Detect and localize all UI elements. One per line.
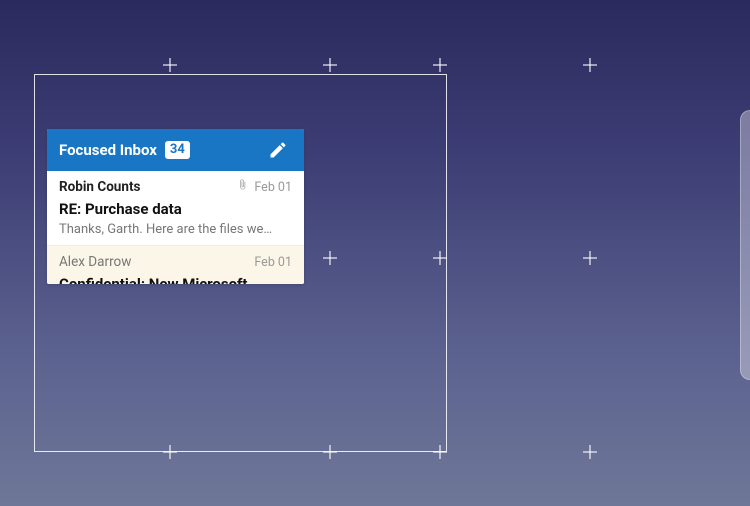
message-date: Feb 01 — [254, 180, 292, 197]
paperclip-icon — [237, 178, 248, 197]
message-item[interactable]: Alex Darrow Feb 01 Confidential: New Mic… — [47, 246, 304, 284]
grid-plus-icon — [583, 445, 597, 459]
grid-plus-icon — [163, 445, 177, 459]
grid-plus-icon — [163, 58, 177, 72]
widget-title: Focused Inbox — [59, 141, 157, 159]
pencil-icon — [268, 140, 288, 160]
message-sender: Robin Counts — [59, 178, 231, 196]
unread-count-badge: 34 — [165, 141, 190, 160]
grid-plus-icon — [433, 445, 447, 459]
compose-button[interactable] — [262, 134, 294, 166]
message-item[interactable]: Robin Counts Feb 01 RE: Purchase data Th… — [47, 171, 304, 246]
email-widget[interactable]: Focused Inbox 34 Robin Counts Feb 01 RE:… — [47, 129, 304, 284]
message-preview: Thanks, Garth. Here are the files we… — [59, 221, 292, 239]
grid-plus-icon — [433, 251, 447, 265]
widget-header: Focused Inbox 34 — [47, 129, 304, 171]
message-subject: RE: Purchase data — [59, 199, 292, 219]
grid-plus-icon — [323, 445, 337, 459]
message-date: Feb 01 — [254, 255, 292, 272]
edge-panel-handle[interactable] — [740, 110, 750, 380]
grid-plus-icon — [583, 58, 597, 72]
grid-plus-icon — [433, 58, 447, 72]
grid-plus-icon — [323, 58, 337, 72]
grid-plus-icon — [583, 251, 597, 265]
message-sender: Alex Darrow — [59, 253, 248, 271]
message-subject: Confidential: New Microsoft — [59, 274, 292, 284]
grid-plus-icon — [323, 251, 337, 265]
